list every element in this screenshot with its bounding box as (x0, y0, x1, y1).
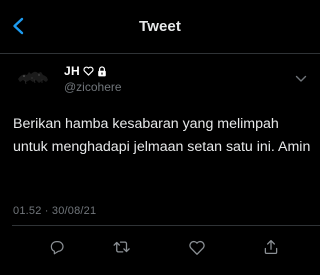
tweet-detail-screen: Tweet JH @zicohere Berikan hamba kesabar… (0, 0, 320, 275)
user-handle[interactable]: @zicohere (64, 80, 122, 94)
display-name[interactable]: JH (64, 64, 80, 78)
heart-outline-icon (83, 66, 94, 76)
avatar-image (12, 60, 52, 100)
name-line: JH (64, 63, 107, 79)
top-bar: Tweet (0, 0, 320, 52)
back-button[interactable] (4, 12, 32, 40)
reply-button[interactable] (46, 236, 68, 258)
tweet-text: Berikan hamba kesabaran yang melimpah un… (13, 116, 311, 155)
more-options-button[interactable] (294, 72, 308, 86)
share-button[interactable] (260, 236, 282, 258)
like-button[interactable] (186, 236, 208, 258)
retweet-button[interactable] (111, 236, 133, 258)
retweet-icon (113, 241, 130, 253)
action-bar (0, 232, 320, 262)
avatar[interactable] (12, 60, 52, 100)
lock-icon (97, 65, 107, 77)
tweet-author: JH @zicohere (12, 60, 312, 100)
reply-icon (50, 241, 64, 255)
page-title: Tweet (139, 17, 181, 35)
share-icon (264, 239, 278, 255)
tweet-timestamp[interactable]: 01.52 · 30/08/21 (13, 205, 96, 217)
chevron-down-icon (295, 75, 307, 82)
like-icon (189, 240, 205, 255)
header-divider (0, 53, 320, 54)
back-arrow-icon (13, 17, 24, 35)
actions-divider (12, 225, 320, 226)
